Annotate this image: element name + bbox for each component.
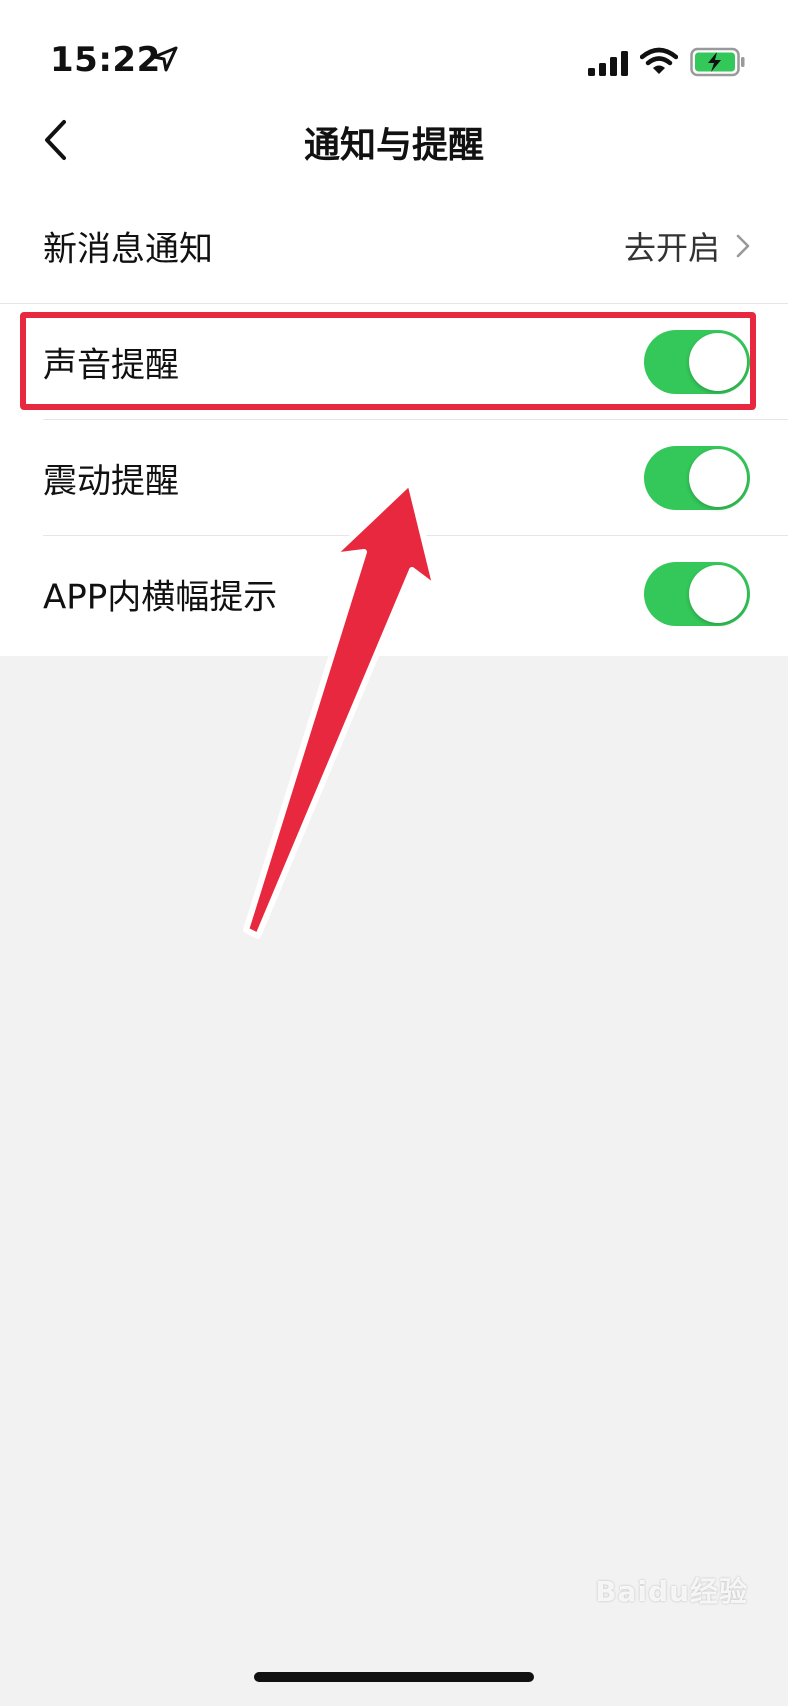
new-message-notification-value: 去开启 [623, 229, 720, 267]
location-arrow-icon [152, 46, 178, 72]
new-message-notification-row[interactable]: 新消息通知 去开启 [0, 188, 788, 304]
status-time: 15:22 [50, 40, 161, 80]
vibration-reminder-row: 震动提醒 [0, 420, 788, 536]
annotation-highlight-box [20, 312, 756, 410]
in-app-banner-label: APP内横幅提示 [43, 577, 278, 618]
status-bar: 15:22 [0, 0, 788, 100]
toggle-knob [689, 565, 747, 623]
vibration-reminder-label: 震动提醒 [43, 461, 179, 502]
nav-bar: 通知与提醒 [0, 100, 788, 202]
toggle-knob [689, 449, 747, 507]
in-app-banner-row: APP内横幅提示 [0, 536, 788, 652]
wifi-icon [640, 47, 678, 74]
battery-charging-icon [690, 47, 745, 77]
page-title: 通知与提醒 [303, 125, 484, 166]
settings-list: 新消息通知 去开启 声音提醒 震动提醒 APP内横幅提示 [0, 188, 788, 656]
signal-icon [588, 51, 628, 76]
vibration-reminder-toggle[interactable] [644, 446, 750, 510]
chevron-right-icon [736, 234, 750, 258]
in-app-banner-toggle[interactable] [644, 562, 750, 626]
new-message-notification-label: 新消息通知 [43, 229, 213, 270]
baidu-watermark: Baidu经验 [595, 1575, 748, 1608]
home-indicator[interactable] [254, 1672, 534, 1682]
